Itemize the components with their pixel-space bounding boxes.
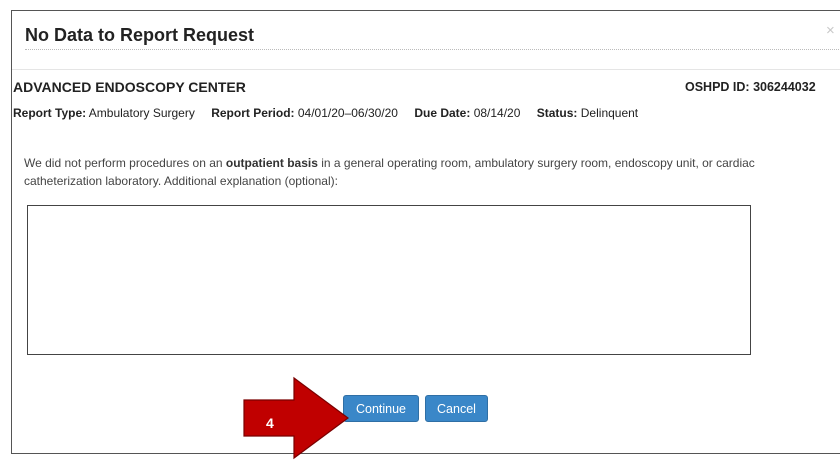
callout-step-number: 4 [266, 415, 274, 431]
callout-arrow-shape [243, 376, 350, 460]
arrow-right-icon [243, 376, 350, 460]
